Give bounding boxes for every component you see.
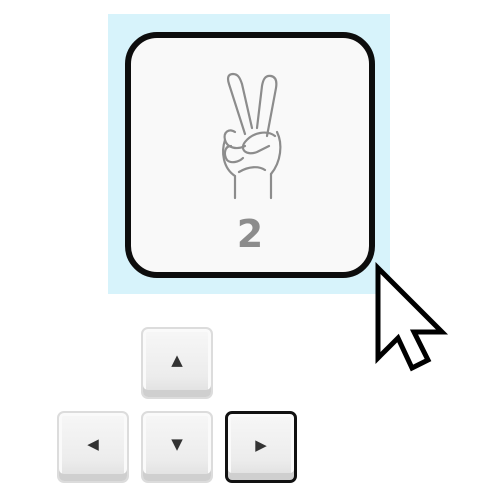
card-number: 2 (236, 212, 264, 256)
arrow-cursor-icon (375, 262, 449, 372)
left-arrow-icon: ◀ (87, 435, 99, 453)
right-arrow-key[interactable]: ▶ (225, 411, 297, 483)
up-arrow-key[interactable]: ▲ (141, 327, 213, 399)
peace-sign-hand-icon (222, 72, 282, 200)
right-arrow-icon: ▶ (255, 436, 267, 454)
up-arrow-icon: ▲ (171, 351, 183, 369)
left-arrow-key[interactable]: ◀ (57, 411, 129, 483)
hand-sign-card[interactable]: 2 (125, 32, 375, 278)
down-arrow-key[interactable]: ▼ (141, 411, 213, 483)
game-stage: 2 ▲ ◀ ▼ ▶ (0, 0, 500, 500)
down-arrow-icon: ▼ (171, 435, 183, 453)
